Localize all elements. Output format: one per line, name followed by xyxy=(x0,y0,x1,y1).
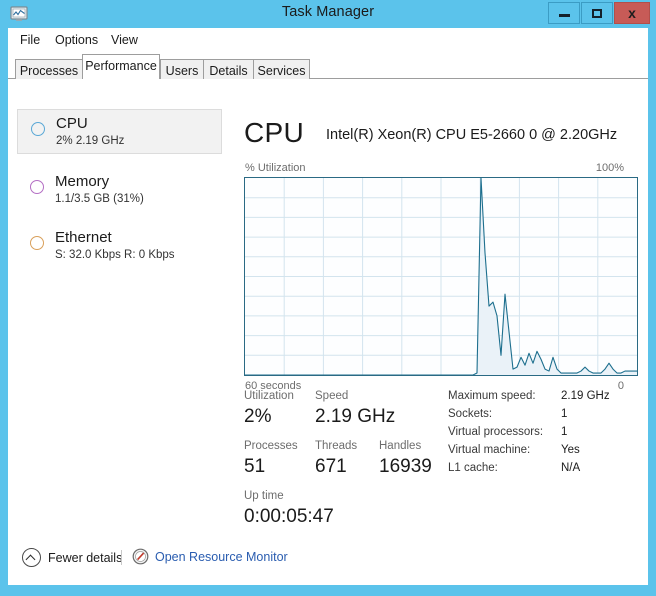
stat-value-handles: 16939 xyxy=(379,456,432,477)
stat-value-processes: 51 xyxy=(244,456,266,477)
sidebar-item-cpu[interactable]: CPU 2% 2.19 GHz xyxy=(17,109,222,154)
tab-processes[interactable]: Processes xyxy=(15,59,83,79)
tab-users[interactable]: Users xyxy=(160,59,204,79)
sys-value-sockets: 1 xyxy=(561,408,568,420)
sys-value-virtual-processors: 1 xyxy=(561,426,568,438)
memory-ring-icon xyxy=(30,180,44,194)
tab-details[interactable]: Details xyxy=(203,59,254,79)
sys-value-l1-cache: N/A xyxy=(561,462,581,474)
resource-sidebar: CPU 2% 2.19 GHz Memory 1.1/3.5 GB (31%) … xyxy=(8,79,230,537)
cpu-detail-pane: CPU Intel(R) Xeon(R) CPU E5-2660 0 @ 2.2… xyxy=(230,79,648,537)
sys-label-virtual-processors: Virtual processors: xyxy=(448,426,544,438)
sidebar-item-cpu-detail: 2% 2.19 GHz xyxy=(56,135,125,147)
task-manager-window: Task Manager x File Options View Process… xyxy=(0,0,656,596)
cpu-model-label: Intel(R) Xeon(R) CPU E5-2660 0 @ 2.20GHz xyxy=(326,127,618,143)
cpu-utilization-graph[interactable] xyxy=(244,177,638,376)
stat-value-uptime: 0:00:05:47 xyxy=(244,506,334,527)
maximize-icon xyxy=(592,8,602,18)
stat-value-threads: 671 xyxy=(315,456,347,477)
menu-item-file[interactable]: File xyxy=(15,32,45,48)
sidebar-item-memory-detail: 1.1/3.5 GB (31%) xyxy=(55,193,144,205)
ethernet-ring-icon xyxy=(30,236,44,250)
sidebar-item-ethernet-label: Ethernet xyxy=(55,229,112,246)
menu-bar: File Options View xyxy=(8,28,648,51)
stat-value-speed: 2.19 GHz xyxy=(315,406,396,427)
graph-time-zero: 0 xyxy=(617,380,624,392)
menu-item-view[interactable]: View xyxy=(106,32,143,48)
open-resource-monitor-label: Open Resource Monitor xyxy=(155,549,288,564)
cpu-ring-icon xyxy=(31,122,45,136)
resource-monitor-icon xyxy=(132,548,149,565)
graph-axis-max: 100% xyxy=(595,162,624,174)
page-title: CPU xyxy=(244,117,305,148)
stat-label-speed: Speed xyxy=(315,390,349,402)
stat-label-threads: Threads xyxy=(315,440,358,452)
chevron-up-icon xyxy=(22,548,41,567)
minimize-icon xyxy=(558,14,570,17)
sidebar-item-ethernet[interactable]: Ethernet S: 32.0 Kbps R: 0 Kbps xyxy=(17,224,222,269)
footer-bar: Fewer details Open Resource Monitor xyxy=(8,537,648,585)
tab-services[interactable]: Services xyxy=(253,59,310,79)
maximize-button[interactable] xyxy=(581,2,613,24)
fewer-details-label: Fewer details xyxy=(48,550,123,565)
sidebar-item-cpu-label: CPU xyxy=(56,115,88,132)
stat-label-utilization: Utilization xyxy=(244,390,294,402)
cpu-utilization-plot xyxy=(245,178,637,375)
footer-divider xyxy=(121,550,122,565)
graph-axis-label: % Utilization xyxy=(245,162,306,174)
sys-value-maximum-speed: 2.19 GHz xyxy=(561,390,610,402)
open-resource-monitor-link[interactable]: Open Resource Monitor xyxy=(132,548,288,565)
sidebar-item-memory[interactable]: Memory 1.1/3.5 GB (31%) xyxy=(17,168,222,213)
sidebar-item-memory-label: Memory xyxy=(55,173,110,190)
stat-label-processes: Processes xyxy=(244,440,298,452)
sys-value-virtual-machine: Yes xyxy=(561,444,580,456)
stat-label-uptime: Up time xyxy=(244,490,284,502)
tab-strip: Processes Performance Users Details Serv… xyxy=(8,51,648,79)
tab-performance[interactable]: Performance xyxy=(82,54,160,79)
sys-label-virtual-machine: Virtual machine: xyxy=(448,444,531,456)
stat-label-handles: Handles xyxy=(379,440,422,452)
sys-label-sockets: Sockets: xyxy=(448,408,493,420)
sys-label-l1-cache: L1 cache: xyxy=(448,462,498,474)
close-button[interactable]: x xyxy=(614,2,650,24)
title-bar: Task Manager x xyxy=(0,0,656,28)
minimize-button[interactable] xyxy=(548,2,580,24)
stat-value-utilization: 2% xyxy=(244,406,272,427)
client-area: File Options View Processes Performance … xyxy=(8,28,648,585)
fewer-details-button[interactable]: Fewer details xyxy=(22,548,122,567)
sidebar-item-ethernet-detail: S: 32.0 Kbps R: 0 Kbps xyxy=(55,249,175,261)
close-icon: x xyxy=(628,5,636,21)
sys-label-maximum-speed: Maximum speed: xyxy=(448,390,536,402)
menu-item-options[interactable]: Options xyxy=(50,32,103,48)
